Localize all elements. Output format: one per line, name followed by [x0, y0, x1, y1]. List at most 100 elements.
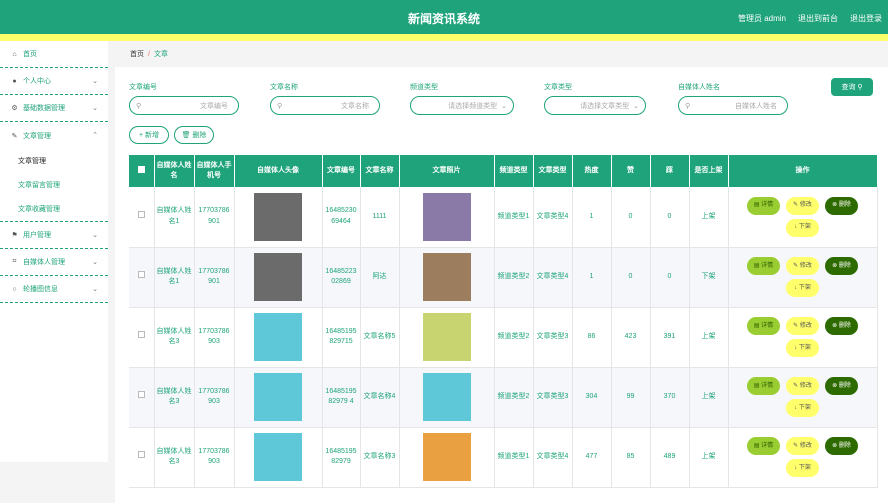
chevron-up-icon: ⌃ — [92, 132, 98, 139]
article-type-select[interactable]: 请选择文章类型 ⌄ — [544, 96, 646, 115]
article-photo-image[interactable] — [422, 192, 471, 241]
cell-media-person-phone: 17703786901 — [194, 247, 235, 308]
detail-button[interactable]: ▤ 详情 — [747, 317, 780, 335]
sidebar-item-users[interactable]: ⚑ 用户管理 ⌄ — [0, 222, 108, 249]
sidebar-item-profile[interactable]: ● 个人中心 ⌄ — [0, 68, 108, 95]
cell-status: 上架 — [689, 367, 729, 428]
breadcrumb: 首页 / 文章 — [130, 49, 168, 59]
sidebar-item-home[interactable]: ⌂ 首页 — [0, 41, 108, 68]
row-checkbox[interactable] — [129, 367, 155, 428]
row-delete-button[interactable]: ⊗ 删除 — [825, 377, 858, 395]
row-checkbox[interactable] — [129, 427, 155, 488]
unshelf-label: 下架 — [798, 284, 811, 291]
arrow-down-icon: ↓ — [794, 224, 798, 231]
detail-button[interactable]: ▤ 详情 — [747, 377, 780, 395]
edit-icon: ✎ — [793, 442, 799, 449]
col-operations: 操作 — [728, 155, 878, 187]
row-delete-button[interactable]: ⊗ 删除 — [825, 196, 858, 215]
detail-label: 详情 — [761, 442, 774, 449]
placeholder-text: 文章编号 — [200, 102, 228, 110]
cell-like: 0 — [611, 247, 651, 308]
user-icon: ● — [12, 77, 17, 85]
avatar-image[interactable] — [254, 253, 302, 301]
cell-heat: 477 — [572, 427, 612, 488]
unshelf-label: 下架 — [798, 224, 811, 231]
chevron-down-icon: ⌄ — [92, 232, 98, 239]
sidebar-item-carousel[interactable]: ○ 轮播图信息 ⌄ — [0, 276, 108, 303]
col-media-person-phone: 自媒体人手机号 — [194, 155, 235, 187]
channel-type-select[interactable]: 请选择频道类型 ⌄ — [410, 96, 514, 115]
cell-media-person-avatar — [234, 187, 323, 248]
cell-article-type: 文章类型4 — [533, 187, 573, 248]
trash-icon: ⊗ — [832, 382, 838, 389]
trash-icon: ⊗ — [832, 442, 838, 449]
row-checkbox[interactable] — [129, 247, 155, 308]
delete-button[interactable]: 🗑 删除 — [174, 126, 214, 144]
col-dislike: 踩 — [650, 155, 690, 187]
avatar-image[interactable] — [254, 433, 302, 481]
detail-button[interactable]: ▤ 详情 — [747, 437, 780, 455]
unshelf-button[interactable]: ↓ 下架 — [786, 399, 819, 417]
sidebar-item-label: 文章管理 — [23, 132, 51, 140]
row-delete-button[interactable]: ⊗ 删除 — [825, 317, 858, 335]
cell-operations: ▤ 详情 ✎ 修改 ⊗ 删除 ↓ 下架 — [728, 247, 878, 308]
row-delete-button[interactable]: ⊗ 删除 — [825, 257, 858, 275]
search-button-label: 查询 — [841, 84, 856, 91]
arrow-down-icon: ↓ — [794, 284, 798, 291]
trash-icon: 🗑 — [181, 132, 191, 139]
edit-button[interactable]: ✎ 修改 — [786, 196, 819, 215]
cell-media-person-phone: 17703786903 — [194, 307, 235, 368]
edit-button[interactable]: ✎ 修改 — [786, 257, 819, 275]
cell-operations: ▤ 详情 ✎ 修改 ⊗ 删除 ↓ 下架 — [728, 307, 878, 368]
add-button[interactable]: + 新增 — [129, 126, 169, 144]
article-photo-image[interactable] — [422, 253, 471, 301]
unshelf-button[interactable]: ↓ 下架 — [786, 339, 819, 357]
detail-button[interactable]: ▤ 详情 — [747, 196, 780, 215]
chevron-down-icon: ⌄ — [92, 105, 98, 112]
table-row: 自媒体人姓名1 17703786901 1648523069464 1111 频道类型1… — [129, 187, 878, 248]
unshelf-button[interactable]: ↓ 下架 — [786, 279, 819, 297]
edit-label: 修改 — [799, 262, 812, 269]
delete-label: 删除 — [838, 202, 851, 209]
cell-article-photo — [399, 247, 495, 308]
avatar-image[interactable] — [254, 313, 302, 361]
avatar-image[interactable] — [254, 192, 302, 241]
cell-article-photo — [399, 307, 495, 368]
unshelf-button[interactable]: ↓ 下架 — [786, 218, 819, 237]
sidebar-item-label: 个人中心 — [23, 78, 51, 85]
article-title-input[interactable]: ⚲ 文章名称 — [270, 96, 380, 115]
sidebar-item-media-people[interactable]: ⌗ 自媒体人管理 ⌄ — [0, 249, 108, 276]
sidebar-subitem-article-manage[interactable]: 文章管理 — [0, 149, 108, 173]
media-person-name-input[interactable]: ⚲ 自媒体人姓名 — [678, 96, 788, 115]
edit-button[interactable]: ✎ 修改 — [786, 437, 819, 455]
delete-label: 删除 — [838, 322, 851, 329]
cell-like: 423 — [611, 307, 651, 368]
edit-button[interactable]: ✎ 修改 — [786, 377, 819, 395]
cell-article-title: 阿达 — [360, 247, 400, 308]
edit-button[interactable]: ✎ 修改 — [786, 317, 819, 335]
sidebar-item-articles[interactable]: ✎ 文章管理 ⌃ — [0, 122, 108, 149]
article-photo-image[interactable] — [422, 373, 471, 421]
back-to-front-link[interactable]: 退出到前台 — [798, 13, 838, 24]
breadcrumb-home[interactable]: 首页 — [130, 51, 144, 58]
cell-article-type: 文章类型3 — [533, 367, 573, 428]
article-photo-image[interactable] — [422, 313, 471, 361]
row-delete-button[interactable]: ⊗ 删除 — [825, 437, 858, 455]
article-photo-image[interactable] — [422, 433, 471, 481]
article-code-input[interactable]: ⚲ 文章编号 — [129, 96, 239, 115]
sidebar-subitem-article-favorites[interactable]: 文章收藏管理 — [0, 197, 108, 221]
edit-icon: ✎ — [793, 202, 799, 209]
detail-icon: ▤ — [753, 202, 760, 209]
col-article-code: 文章编号 — [322, 155, 361, 187]
sidebar-subitem-article-comments[interactable]: 文章留言管理 — [0, 173, 108, 197]
sidebar-item-basic-data[interactable]: ⚙ 基础数据管理 ⌄ — [0, 95, 108, 122]
row-checkbox[interactable] — [129, 307, 155, 368]
logout-link[interactable]: 退出登录 — [850, 13, 882, 24]
detail-button[interactable]: ▤ 详情 — [747, 257, 780, 275]
unshelf-label: 下架 — [798, 464, 811, 471]
cell-heat: 1 — [572, 187, 612, 248]
search-button[interactable]: 查询 ⚲ — [831, 78, 873, 96]
select-all-checkbox[interactable] — [129, 155, 155, 187]
row-checkbox[interactable] — [129, 187, 155, 248]
avatar-image[interactable] — [254, 373, 302, 421]
